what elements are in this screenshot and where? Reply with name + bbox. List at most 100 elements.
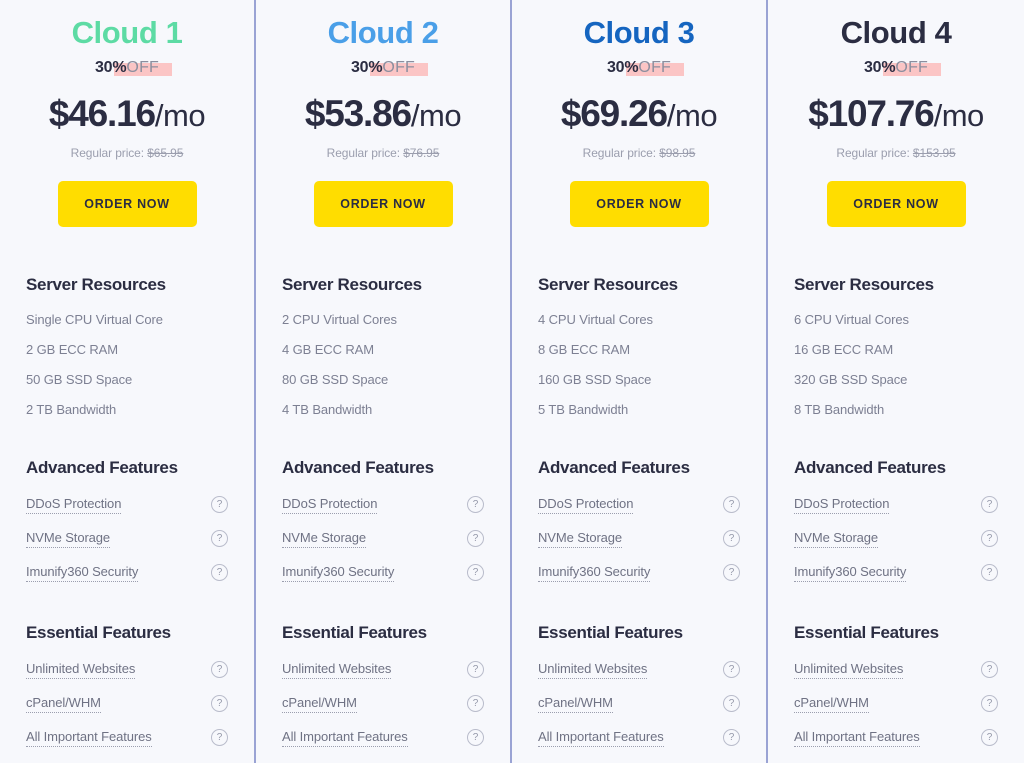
plan-header: Cloud 3 30%OFF $69.26/mo Regular price: $98… [538, 0, 740, 227]
feature-row: All Important Features? [538, 729, 740, 747]
help-icon[interactable]: ? [467, 564, 484, 582]
help-icon[interactable]: ? [211, 530, 228, 548]
discount-percent: 30% [94, 59, 127, 77]
plan-card-2: Cloud 2 30%OFF $53.86/mo Regular price: $76… [256, 0, 512, 763]
help-icon[interactable]: ? [211, 661, 228, 679]
help-icon[interactable]: ? [211, 496, 228, 514]
resource-item: 5 TB Bandwidth [538, 401, 629, 417]
feature-row: All Important Features? [26, 729, 228, 747]
regular-price-value: $65.95 [147, 145, 184, 160]
feature-label[interactable]: Imunify360 Security [794, 564, 906, 582]
advanced-features-section: Advanced Features DDoS Protection? NVMe St… [282, 458, 484, 598]
essential-features-section: Essential Features Unlimited Websites? cPa… [538, 623, 740, 763]
regular-price-value: $153.95 [912, 145, 956, 160]
feature-label[interactable]: DDoS Protection [538, 496, 633, 514]
feature-label[interactable]: cPanel/WHM [26, 695, 101, 713]
plan-name: Cloud 3 [583, 15, 695, 50]
feature-label[interactable]: Imunify360 Security [26, 564, 138, 582]
help-icon[interactable]: ? [723, 729, 740, 747]
feature-row: Imunify360 Security? [538, 564, 740, 582]
resource-item: 4 TB Bandwidth [282, 401, 373, 417]
help-icon[interactable]: ? [723, 564, 740, 582]
feature-label[interactable]: DDoS Protection [26, 496, 121, 514]
advanced-features-section: Advanced Features DDoS Protection? NVMe St… [26, 458, 228, 598]
feature-label[interactable]: DDoS Protection [794, 496, 889, 514]
help-icon[interactable]: ? [981, 564, 998, 582]
feature-label[interactable]: All Important Features [794, 729, 920, 747]
feature-row: DDoS Protection? [282, 496, 484, 514]
feature-label[interactable]: All Important Features [26, 729, 152, 747]
price-period: /mo [154, 97, 206, 133]
feature-label[interactable]: Imunify360 Security [538, 564, 650, 582]
feature-label[interactable]: All Important Features [538, 729, 664, 747]
feature-label[interactable]: cPanel/WHM [538, 695, 613, 713]
help-icon[interactable]: ? [981, 729, 998, 747]
help-icon[interactable]: ? [723, 530, 740, 548]
help-icon[interactable]: ? [981, 661, 998, 679]
order-now-button[interactable]: ORDER NOW [569, 180, 709, 227]
help-icon[interactable]: ? [467, 695, 484, 713]
help-icon[interactable]: ? [723, 695, 740, 713]
feature-label[interactable]: NVMe Storage [26, 530, 110, 548]
feature-label[interactable]: Unlimited Websites [26, 661, 135, 679]
feature-row: All Important Features? [794, 729, 998, 747]
help-icon[interactable]: ? [981, 695, 998, 713]
help-icon[interactable]: ? [211, 564, 228, 582]
server-resources-section: Server Resources 4 CPU Virtual Cores 8 GB … [538, 275, 740, 433]
discount-off-label: OFF [895, 59, 929, 77]
help-icon[interactable]: ? [211, 729, 228, 747]
price-amount: $53.86 [304, 92, 412, 134]
feature-label[interactable]: Imunify360 Security [282, 564, 394, 582]
order-now-button[interactable]: ORDER NOW [57, 180, 197, 227]
help-icon[interactable]: ? [723, 661, 740, 679]
price-row: $107.76/mo [794, 93, 998, 135]
feature-label[interactable]: NVMe Storage [794, 530, 878, 548]
help-icon[interactable]: ? [723, 496, 740, 514]
plan-header: Cloud 2 30%OFF $53.86/mo Regular price: $76… [282, 0, 484, 227]
help-icon[interactable]: ? [467, 496, 484, 514]
feature-row: Imunify360 Security? [26, 564, 228, 582]
discount-percent: 30% [350, 59, 383, 77]
essential-features-section: Essential Features Unlimited Websites? cPa… [282, 623, 484, 763]
help-icon[interactable]: ? [211, 695, 228, 713]
section-title-resources: Server Resources [26, 274, 166, 294]
feature-row: cPanel/WHM? [538, 695, 740, 713]
feature-label[interactable]: NVMe Storage [282, 530, 366, 548]
feature-row: Unlimited Websites? [538, 661, 740, 679]
order-now-button[interactable]: ORDER NOW [313, 180, 453, 227]
section-title-advanced: Advanced Features [794, 457, 946, 477]
feature-row: Imunify360 Security? [282, 564, 484, 582]
feature-label[interactable]: NVMe Storage [538, 530, 622, 548]
order-now-button[interactable]: ORDER NOW [826, 180, 966, 227]
feature-label[interactable]: Unlimited Websites [538, 661, 647, 679]
price-amount: $46.16 [48, 92, 156, 134]
price-period: /mo [933, 97, 985, 133]
server-resources-section: Server Resources 2 CPU Virtual Cores 4 GB … [282, 275, 484, 433]
price-row: $69.26/mo [538, 93, 740, 135]
feature-row: All Important Features? [282, 729, 484, 747]
feature-label[interactable]: DDoS Protection [282, 496, 377, 514]
feature-label[interactable]: cPanel/WHM [794, 695, 869, 713]
price-period: /mo [410, 97, 462, 133]
discount-badge: 30%OFF [282, 58, 484, 79]
regular-price-value: $76.95 [403, 145, 440, 160]
plan-name: Cloud 2 [327, 15, 439, 50]
resource-item: 80 GB SSD Space [282, 371, 389, 387]
regular-price-label: Regular price: [326, 145, 400, 160]
help-icon[interactable]: ? [467, 530, 484, 548]
discount-off-label: OFF [126, 59, 160, 77]
feature-label[interactable]: Unlimited Websites [282, 661, 391, 679]
help-icon[interactable]: ? [467, 729, 484, 747]
feature-label[interactable]: cPanel/WHM [282, 695, 357, 713]
help-icon[interactable]: ? [467, 661, 484, 679]
plan-header: Cloud 4 30%OFF $107.76/mo Regular price: $1… [794, 0, 998, 227]
regular-price: Regular price: $98.95 [538, 146, 740, 160]
resource-item: 320 GB SSD Space [794, 371, 908, 387]
help-icon[interactable]: ? [981, 530, 998, 548]
feature-label[interactable]: Unlimited Websites [794, 661, 903, 679]
price-row: $53.86/mo [282, 93, 484, 135]
help-icon[interactable]: ? [981, 496, 998, 514]
server-resources-section: Server Resources 6 CPU Virtual Cores 16 GB… [794, 275, 998, 433]
feature-label[interactable]: All Important Features [282, 729, 408, 747]
plan-name: Cloud 4 [840, 15, 952, 50]
